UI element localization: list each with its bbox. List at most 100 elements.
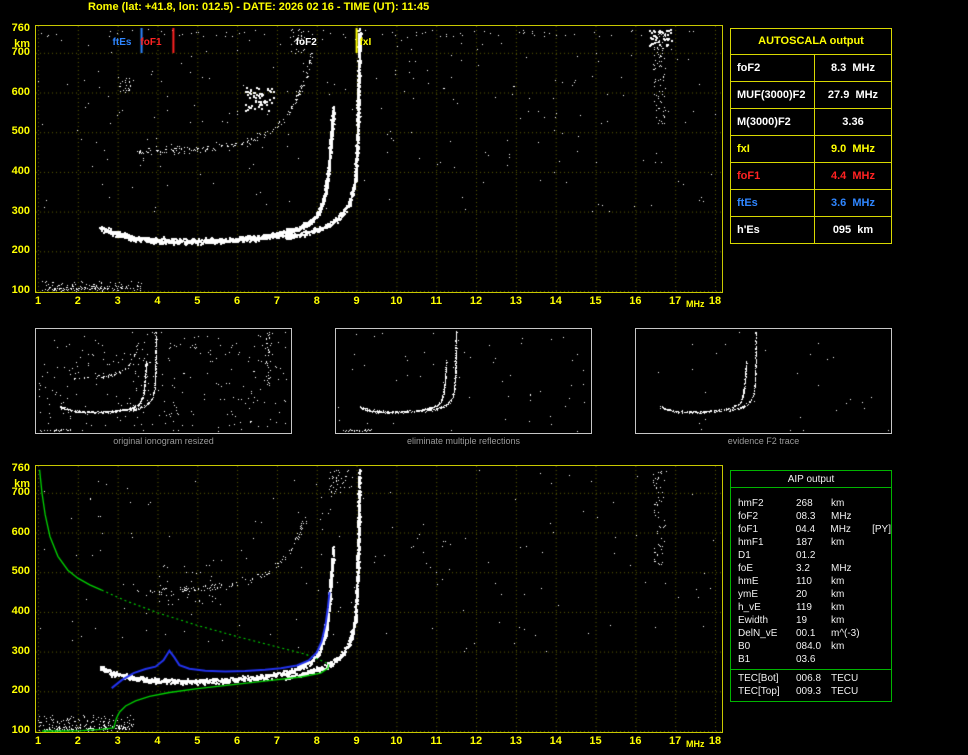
aip-a-unit: MHz — [831, 563, 852, 574]
top-ionogram-plot: 760 700 600 500 400 300 200 100 km 1 2 3 4 5 6 7 8 9 10 1… — [12, 22, 723, 309]
x-tick-14: 14 — [549, 295, 562, 307]
autoscala-table-title: AUTOSCALA output — [731, 29, 891, 55]
autoscala-row-label: M(3000)F2 — [731, 109, 815, 135]
aip-a-note: [PY] — [872, 524, 892, 535]
aip-a-name: foF2 — [738, 511, 759, 522]
aip-a-note — [871, 511, 873, 522]
autoscala-row-value: 095 km — [832, 224, 874, 236]
aip-row-B1: B1 03.6 — [731, 654, 891, 665]
x-tick-5: 5 — [194, 735, 201, 747]
y-tick-760: 760 — [11, 22, 30, 34]
y-tick-760: 760 — [11, 462, 30, 474]
aip-a-val: 00.1 — [796, 628, 816, 639]
aip-a-note — [871, 498, 873, 509]
aip-a-name: Ewidth — [738, 615, 769, 626]
aip-a-unit — [831, 654, 871, 665]
aip-a-unit: TECU — [831, 673, 859, 684]
autoscala-row-value: 4.4 MHz — [830, 170, 875, 182]
aip-row-hmF2: hmF2 268 km — [731, 498, 891, 509]
aip-table-title: AIP output — [731, 471, 891, 488]
aip-row-DelN_vE: DelN_vE 00.1 m^(-3) — [731, 628, 891, 639]
x-tick-2: 2 — [74, 295, 81, 307]
x-tick-10: 10 — [390, 735, 403, 747]
aip-a-unit: km — [831, 641, 845, 652]
top-y-axis: 760 700 600 500 400 300 200 100 — [0, 22, 31, 296]
x-tick-11: 11 — [430, 295, 443, 307]
x-tick-15: 15 — [589, 295, 602, 307]
x-tick-13: 13 — [509, 735, 522, 747]
autoscala-row-fxI: fxI 9.0 MHz — [731, 136, 891, 163]
x-tick-17: 17 — [669, 295, 682, 307]
bottom-y-axis: 760 700 600 500 400 300 200 100 — [0, 462, 31, 736]
thumbnail-f2-trace-canvas — [635, 328, 892, 434]
autoscala-row-label: fxI — [731, 136, 815, 162]
y-tick-500: 500 — [11, 565, 30, 578]
autoscala-row-foF1: foF1 4.4 MHz — [731, 163, 891, 190]
thumbnail-original: original ionogram resized — [35, 328, 292, 446]
autoscala-window: { "title": "Rome (lat: +41.8, lon: 012.5… — [0, 0, 968, 755]
aip-a-val: 19 — [796, 615, 808, 626]
x-tick-6: 6 — [234, 735, 241, 747]
autoscala-row-foF2: foF2 8.3 MHz — [731, 55, 891, 82]
x-tick-15: 15 — [589, 735, 602, 747]
aip-a-unit: MHz — [831, 511, 852, 522]
aip-a-name: B0 — [738, 641, 751, 652]
aip-row-foE: foE 3.2 MHz — [731, 563, 891, 574]
autoscala-row-label: ftEs — [731, 190, 815, 216]
aip-row-Ewidth: Ewidth 19 km — [731, 615, 891, 626]
aip-row-foF2: foF2 08.3 MHz — [731, 511, 891, 522]
aip-a-val: 187 — [796, 537, 813, 548]
aip-row-ymE: ymE 20 km — [731, 589, 891, 600]
station-title: Rome (lat: +41.8, lon: 012.5) - DATE: 20… — [88, 1, 430, 13]
aip-a-name: B1 — [738, 654, 751, 665]
autoscala-row-ftEs: ftEs 3.6 MHz — [731, 190, 891, 217]
marker-label-fxI: fxI — [359, 37, 372, 48]
x-tick-1: 1 — [34, 735, 42, 747]
aip-a-note — [871, 628, 873, 639]
y-tick-300: 300 — [11, 204, 30, 217]
aip-a-name: h_vE — [738, 602, 761, 613]
x-tick-6: 6 — [234, 295, 241, 307]
aip-a-name: TEC[Top] — [738, 686, 780, 697]
aip-output-table: AIP output hmF2 268 km foF2 08.3 MHz foF1 04.4 M… — [730, 470, 892, 702]
x-tick-9: 9 — [353, 735, 360, 747]
aip-a-val: 01.2 — [796, 550, 816, 561]
autoscala-table-rows: foF2 8.3 MHz MUF(3000)F2 27.9 MHz M(3000)F2 3… — [731, 55, 891, 243]
autoscala-row-value: 8.3 MHz — [830, 62, 875, 74]
x-tick-5: 5 — [194, 295, 201, 307]
aip-a-name: foF1 — [738, 524, 759, 535]
aip-row-D1: D1 01.2 — [731, 550, 891, 561]
marker-label-foF1: foF1 — [140, 37, 162, 48]
autoscala-row-label: h'Es — [731, 217, 815, 243]
x-tick-17: 17 — [669, 735, 682, 747]
aip-a-unit: TECU — [831, 686, 859, 697]
aip-a-unit — [831, 550, 871, 561]
aip-row-B0: B0 084.0 km — [731, 641, 891, 652]
thumbnail-cleaned: eliminate multiple reflections — [335, 328, 592, 446]
aip-a-note — [871, 537, 873, 548]
aip-a-note — [871, 602, 873, 613]
thumbnail-f2-trace-caption: evidence F2 trace — [727, 436, 800, 446]
aip-tec-rows: TEC[Bot] 006.8 TECU TEC[Top] 009.3 TECU — [731, 669, 891, 701]
aip-a-note — [871, 576, 873, 587]
top-x-axis-unit: MHz — [686, 299, 705, 309]
aip-a-name: foE — [738, 563, 754, 574]
autoscala-row-label: foF2 — [731, 55, 815, 81]
autoscala-row-value: 9.0 MHz — [830, 143, 875, 155]
x-tick-9: 9 — [353, 295, 360, 307]
aip-a-val: 009.3 — [796, 686, 822, 697]
aip-a-unit: km — [831, 615, 845, 626]
x-tick-4: 4 — [154, 735, 161, 747]
aip-a-unit: MHz — [830, 524, 851, 535]
aip-a-val: 268 — [796, 498, 813, 509]
aip-a-note — [871, 654, 873, 665]
x-tick-16: 16 — [629, 295, 642, 307]
aip-a-note — [871, 672, 873, 685]
aip-a-unit: km — [831, 576, 845, 587]
x-tick-3: 3 — [114, 295, 121, 307]
x-tick-16: 16 — [629, 735, 642, 747]
x-tick-10: 10 — [390, 295, 403, 307]
aip-a-name: D1 — [738, 550, 751, 561]
aip-row-TEC[Bot]: TEC[Bot] 006.8 TECU — [731, 672, 891, 685]
aip-a-note — [871, 685, 873, 698]
